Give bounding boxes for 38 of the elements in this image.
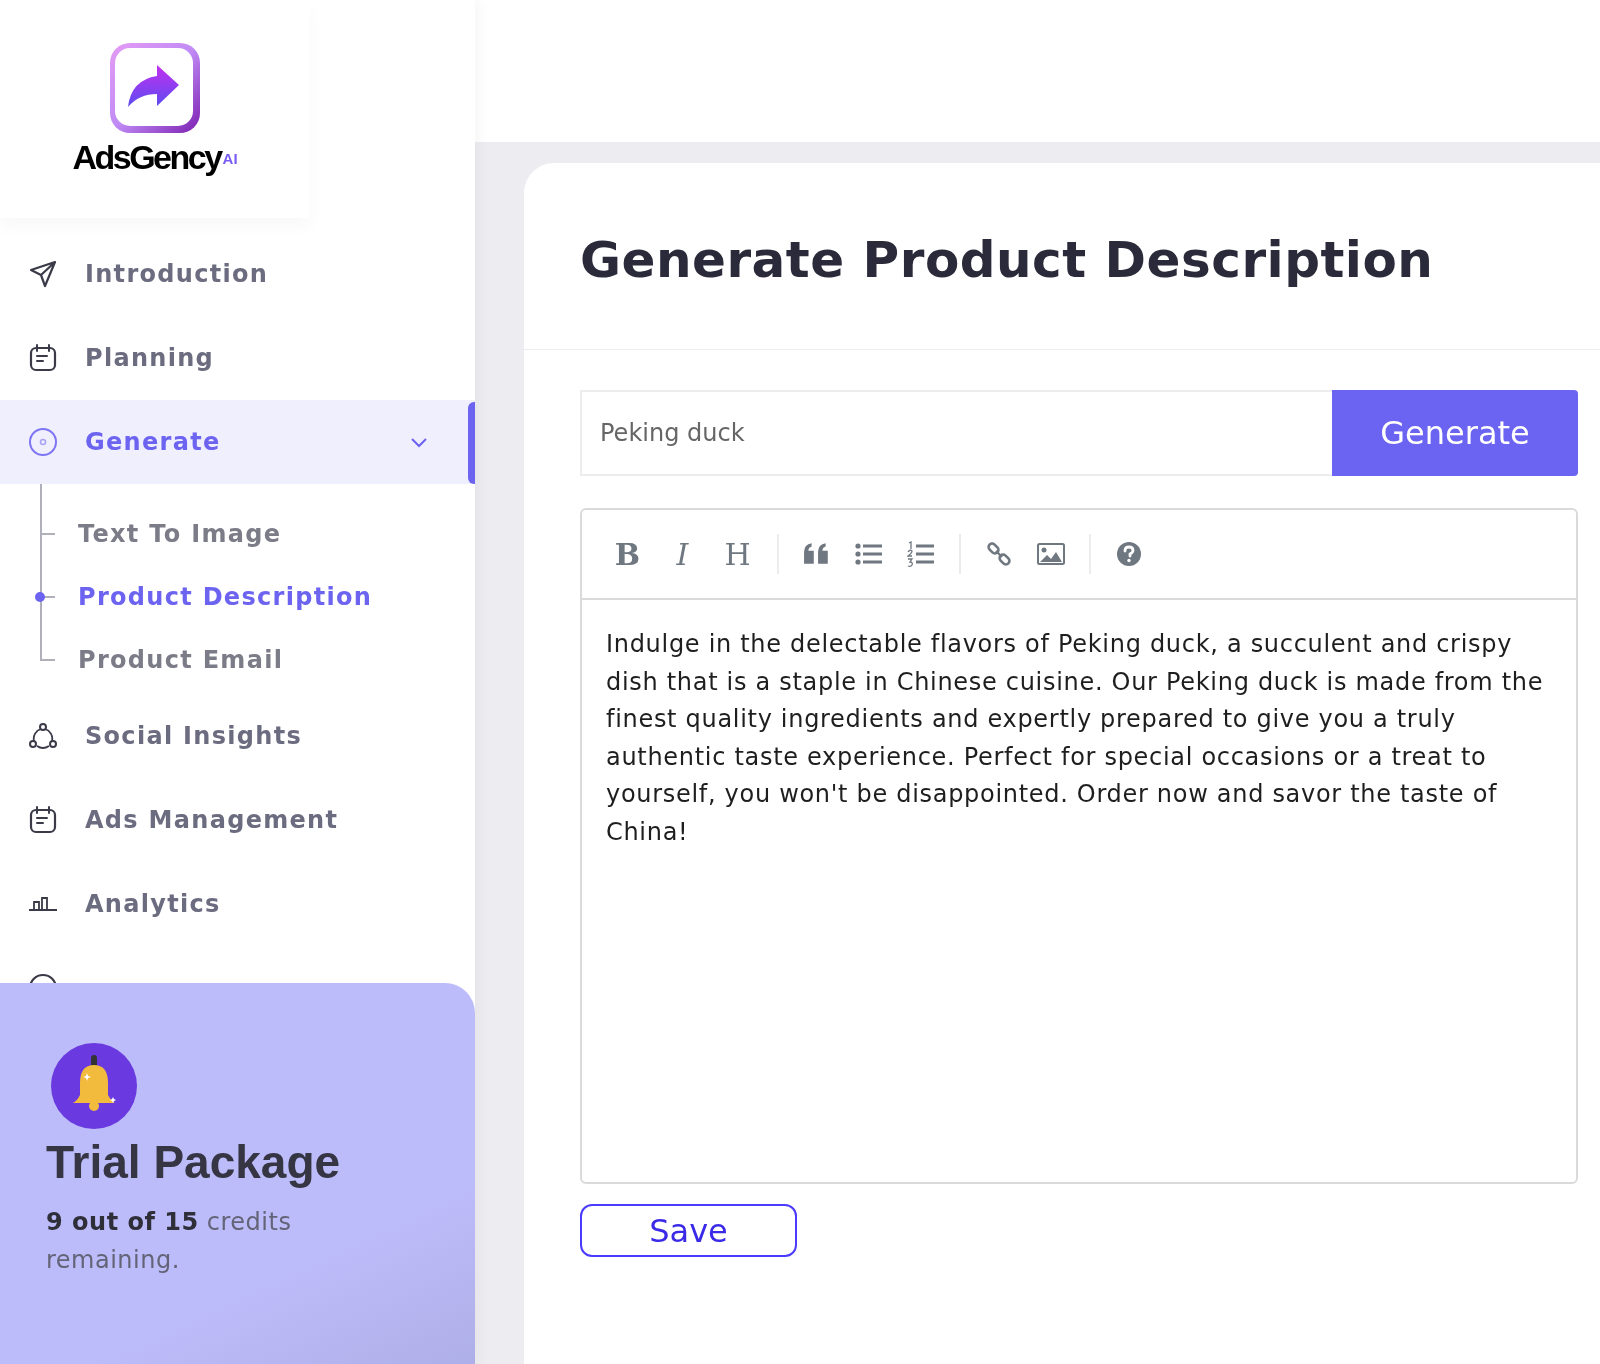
sidebar-item[interactable]: Planning	[0, 316, 475, 400]
active-dot	[35, 592, 45, 602]
plan-title: Trial Package	[46, 1135, 342, 1189]
bell-icon	[51, 1043, 137, 1129]
sidebar-item[interactable]: Introduction	[0, 232, 475, 316]
chevron-icon[interactable]	[410, 436, 428, 448]
quote-icon[interactable]	[803, 541, 831, 567]
generate-button[interactable]: Generate	[1332, 390, 1578, 476]
link-icon[interactable]	[985, 541, 1013, 567]
image-icon[interactable]	[1037, 541, 1065, 567]
product-input[interactable]: Peking duck	[580, 390, 1332, 476]
logo-icon	[109, 41, 201, 134]
submenu-item[interactable]: Text To Image	[78, 519, 282, 548]
format-button[interactable]: I	[667, 536, 698, 572]
target-icon	[28, 427, 58, 457]
save-button[interactable]: Save	[580, 1204, 797, 1257]
help-icon[interactable]	[1115, 541, 1143, 567]
brand-suffix: AI	[222, 149, 238, 167]
submenu-item[interactable]: Product Email	[78, 645, 284, 674]
page-title: Generate Product Description	[580, 230, 1434, 289]
calendar-icon	[28, 805, 58, 835]
bullet-list-icon[interactable]	[855, 541, 883, 567]
sidebar-item[interactable]: Social Insights	[0, 694, 475, 778]
numbered-list-icon[interactable]	[907, 541, 935, 567]
sidebar-item[interactable]: Ads Management	[0, 778, 475, 862]
brand-name: AdsGency	[72, 137, 221, 177]
submenu-item[interactable]: Product Description	[78, 582, 373, 611]
format-button[interactable]: B	[612, 536, 643, 572]
calendar-icon	[28, 343, 58, 373]
network-icon	[28, 721, 58, 751]
credits-text: 9 out of 15 credits remaining.	[46, 1207, 293, 1276]
sidebar-item[interactable]: Generate	[0, 400, 475, 484]
bar-chart-icon	[28, 897, 58, 911]
sidebar-item[interactable]: Analytics	[0, 862, 475, 946]
paper-plane-icon	[28, 259, 58, 289]
editor-text: Indulge in the delectable flavors of Peking duck, a succulent and crispy dish that is a staple in Chinese cuisine. Our Peking duck is made from the finest quality ingredients and expertly prepared to give you a truly authentic taste experience. Perfect for special occasions or a treat to yourself, you won't be disappointed. Order now and savor the taste of China!	[605, 629, 1545, 848]
text-editor[interactable]	[580, 508, 1578, 1184]
format-button[interactable]: H	[722, 536, 753, 572]
